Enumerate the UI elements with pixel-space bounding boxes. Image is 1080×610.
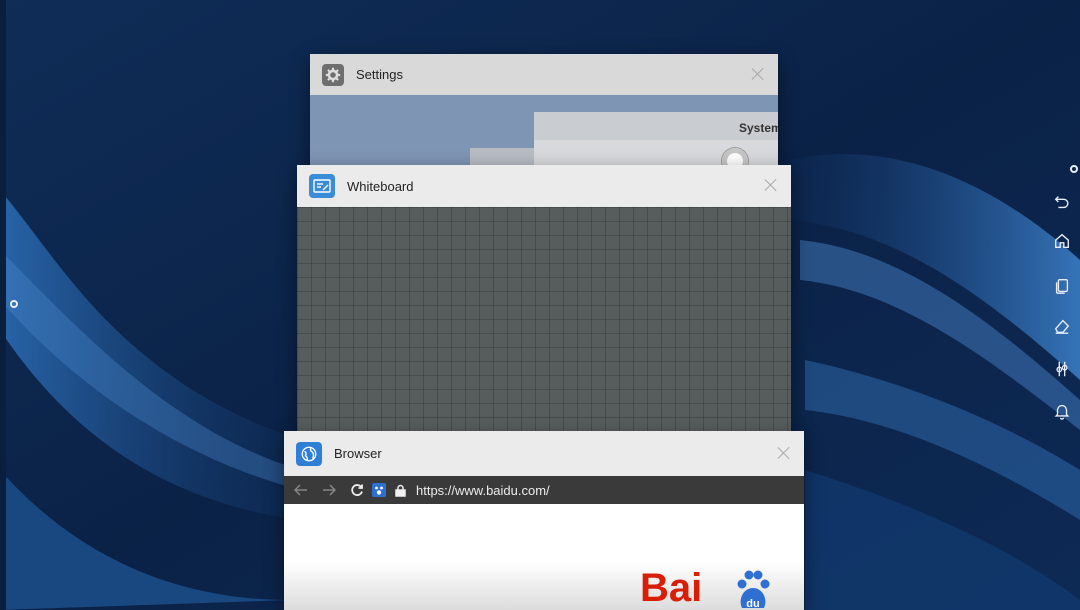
home-icon <box>1055 233 1069 248</box>
browser-page-preview: Bai du <box>284 504 804 610</box>
whiteboard-card-header[interactable]: Whiteboard <box>297 165 791 207</box>
gear-icon <box>325 67 341 82</box>
sliders-icon <box>1056 361 1068 377</box>
recent-apps-screen: Settings System Whiteboard Browser https… <box>0 0 1080 610</box>
screen-edge <box>0 0 6 610</box>
settings-section-heading: System <box>739 121 778 135</box>
address-bar[interactable]: https://www.baidu.com/ <box>416 483 550 498</box>
whiteboard-canvas <box>297 207 791 440</box>
settings-card-header[interactable]: Settings <box>310 54 778 95</box>
whiteboard-icon <box>313 179 331 193</box>
baidu-paw-icon: du <box>737 570 770 610</box>
whiteboard-card-title: Whiteboard <box>347 178 414 194</box>
browser-back-button[interactable] <box>290 476 312 504</box>
browser-close-button[interactable] <box>776 445 792 461</box>
browser-card-header[interactable]: Browser <box>284 431 804 476</box>
browser-app-icon <box>296 441 322 466</box>
notifications-button[interactable] <box>1048 397 1076 425</box>
recent-apps-icon <box>1055 279 1069 294</box>
browser-reload-button[interactable] <box>346 476 368 504</box>
baidu-logo: Bai <box>640 566 703 610</box>
whiteboard-task-card[interactable]: Whiteboard <box>297 165 791 440</box>
settings-task-card[interactable]: Settings System <box>310 54 778 174</box>
browser-forward-button[interactable] <box>318 476 340 504</box>
whiteboard-app-icon <box>309 174 335 198</box>
site-favicon <box>370 476 388 504</box>
annotate-button[interactable] <box>1048 312 1076 340</box>
arrow-right-icon <box>323 484 336 496</box>
browser-card-title: Browser <box>334 446 382 461</box>
home-button[interactable] <box>1048 227 1076 255</box>
lock-icon <box>394 484 406 497</box>
svg-text:du: du <box>746 598 759 610</box>
back-arrow-icon <box>1054 196 1069 209</box>
sliders-button[interactable] <box>1048 355 1076 383</box>
browser-task-card[interactable]: Browser https://www.baidu.com/ Bai du <box>284 431 804 610</box>
secure-lock <box>392 476 408 504</box>
settings-card-title: Settings <box>356 67 403 82</box>
recent-apps-button[interactable] <box>1048 272 1076 300</box>
baidu-favicon-icon <box>372 483 386 497</box>
left-edge-handle-icon[interactable] <box>10 300 18 308</box>
browser-toolbar: https://www.baidu.com/ <box>284 476 804 504</box>
settings-app-icon <box>322 63 344 86</box>
settings-preview: System <box>310 95 778 174</box>
whiteboard-close-button[interactable] <box>763 177 779 193</box>
reload-icon <box>351 484 363 496</box>
back-button[interactable] <box>1048 188 1076 216</box>
eraser-icon <box>1054 319 1070 334</box>
right-edge-handle-icon[interactable] <box>1070 165 1078 173</box>
globe-icon <box>301 446 317 461</box>
settings-close-button[interactable] <box>750 66 766 82</box>
bell-icon <box>1054 404 1070 420</box>
arrow-left-icon <box>294 484 307 496</box>
